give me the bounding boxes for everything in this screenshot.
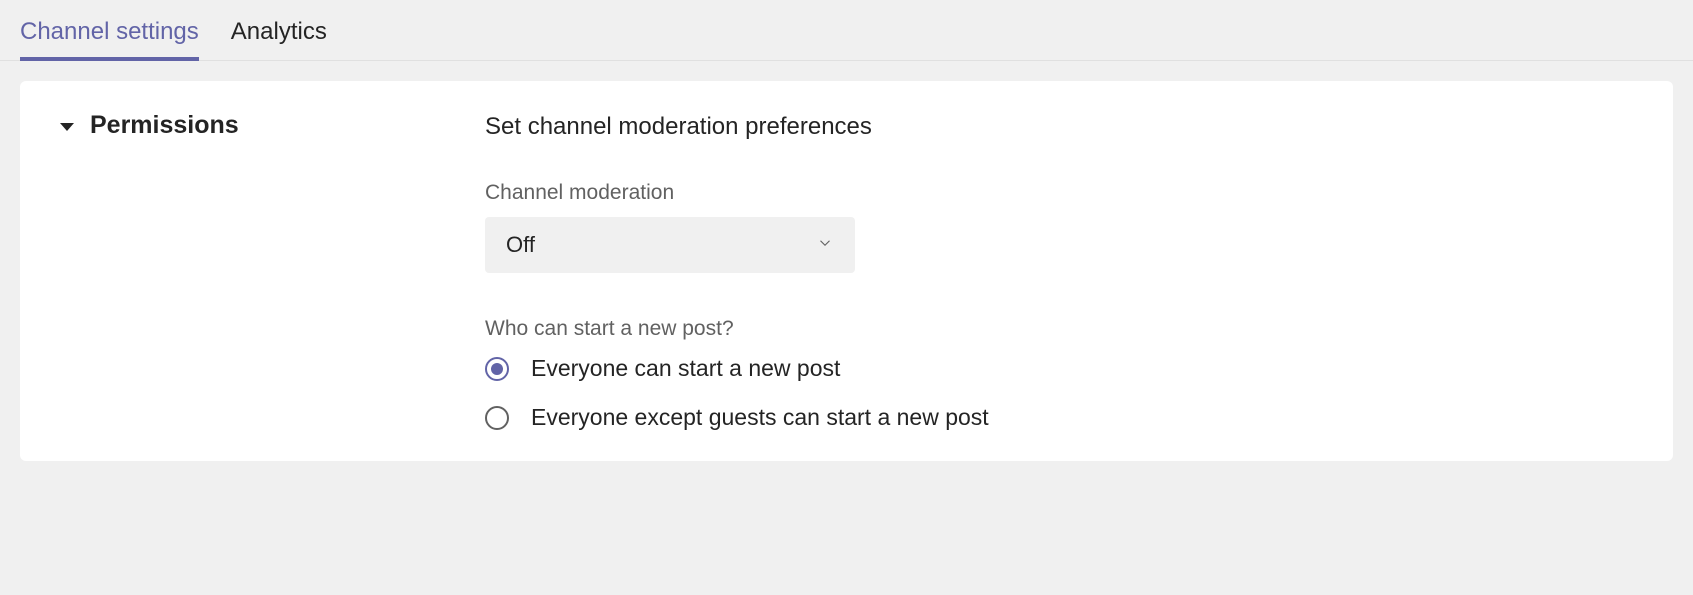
radio-button [485,406,509,430]
tab-channel-settings[interactable]: Channel settings [20,18,199,60]
tab-bar: Channel settings Analytics [0,0,1693,61]
permissions-section: Permissions Set channel moderation prefe… [60,111,1633,431]
permissions-description: Set channel moderation preferences [485,113,1633,141]
who-can-post-label: Who can start a new post? [485,317,1633,341]
radio-button [485,357,509,381]
tab-analytics[interactable]: Analytics [231,18,327,60]
radio-label-except-guests: Everyone except guests can start a new p… [531,404,989,431]
caret-down-icon [60,123,74,131]
who-can-post-radio-group: Everyone can start a new post Everyone e… [485,355,1633,431]
radio-option-except-guests[interactable]: Everyone except guests can start a new p… [485,404,1633,431]
permissions-title: Permissions [90,111,239,140]
moderation-label: Channel moderation [485,181,1633,205]
moderation-dropdown[interactable]: Off [485,217,855,273]
radio-label-everyone: Everyone can start a new post [531,355,840,382]
radio-option-everyone[interactable]: Everyone can start a new post [485,355,1633,382]
chevron-down-icon [816,234,834,257]
permissions-body: Set channel moderation preferences Chann… [485,111,1633,431]
permissions-header[interactable]: Permissions [60,111,485,140]
moderation-value: Off [506,232,535,258]
content-panel: Permissions Set channel moderation prefe… [20,81,1673,461]
